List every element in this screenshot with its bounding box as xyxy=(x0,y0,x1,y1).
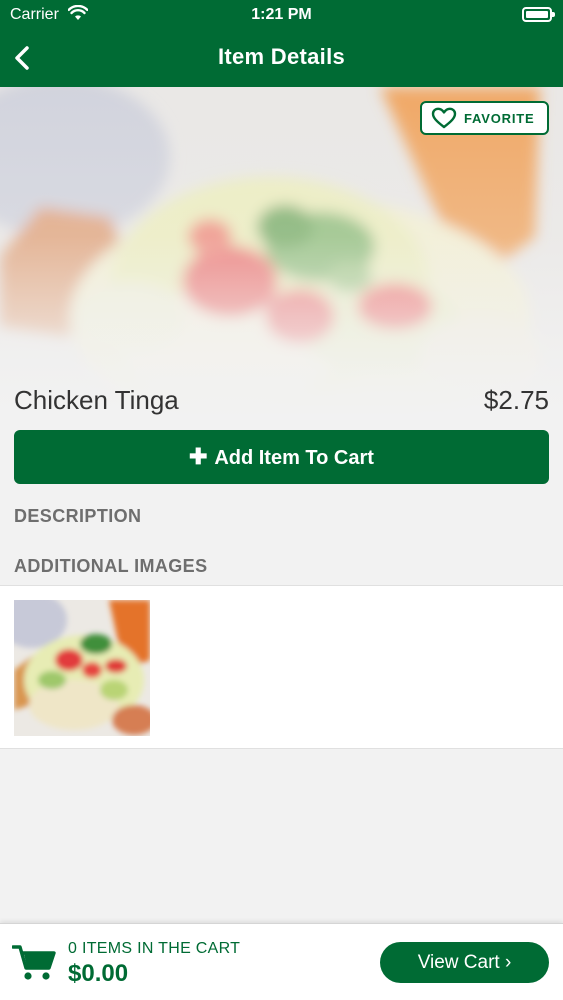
shopping-cart-icon xyxy=(12,945,56,980)
additional-image-thumbnail[interactable] xyxy=(14,600,150,736)
plus-icon: ✚ xyxy=(189,444,208,469)
item-price: $2.75 xyxy=(483,385,549,415)
favorite-button[interactable]: FAVORITE xyxy=(420,101,549,135)
navigation-bar: Item Details xyxy=(0,30,563,87)
cart-total: $0.00 xyxy=(68,960,129,987)
cart-item-count: 0 ITEMS IN THE CART xyxy=(68,940,241,957)
add-to-cart-label: Add Item To Cart xyxy=(214,447,374,469)
additional-images-header: ADDITIONAL IMAGES xyxy=(14,556,208,576)
description-header: DESCRIPTION xyxy=(14,506,142,526)
heart-outline-icon xyxy=(431,107,457,129)
additional-images-panel xyxy=(0,585,563,749)
add-item-to-cart-button[interactable]: ✚ Add Item To Cart xyxy=(14,430,549,484)
item-name: Chicken Tinga xyxy=(14,385,179,415)
status-bar: Carrier 1:21 PM xyxy=(0,0,563,30)
cart-summary-bar: 0 ITEMS IN THE CART $0.00 View Cart › xyxy=(0,923,563,1000)
page-title: Item Details xyxy=(217,44,346,69)
chevron-right-icon: › xyxy=(504,952,512,973)
battery-icon xyxy=(522,7,555,22)
view-cart-button[interactable]: View Cart › xyxy=(380,942,549,983)
status-time: 1:21 PM xyxy=(251,6,312,23)
favorite-label: FAVORITE xyxy=(464,111,535,126)
item-hero-image xyxy=(0,87,563,420)
hero-fade-overlay xyxy=(0,87,563,420)
view-cart-label: View Cart xyxy=(417,952,500,973)
